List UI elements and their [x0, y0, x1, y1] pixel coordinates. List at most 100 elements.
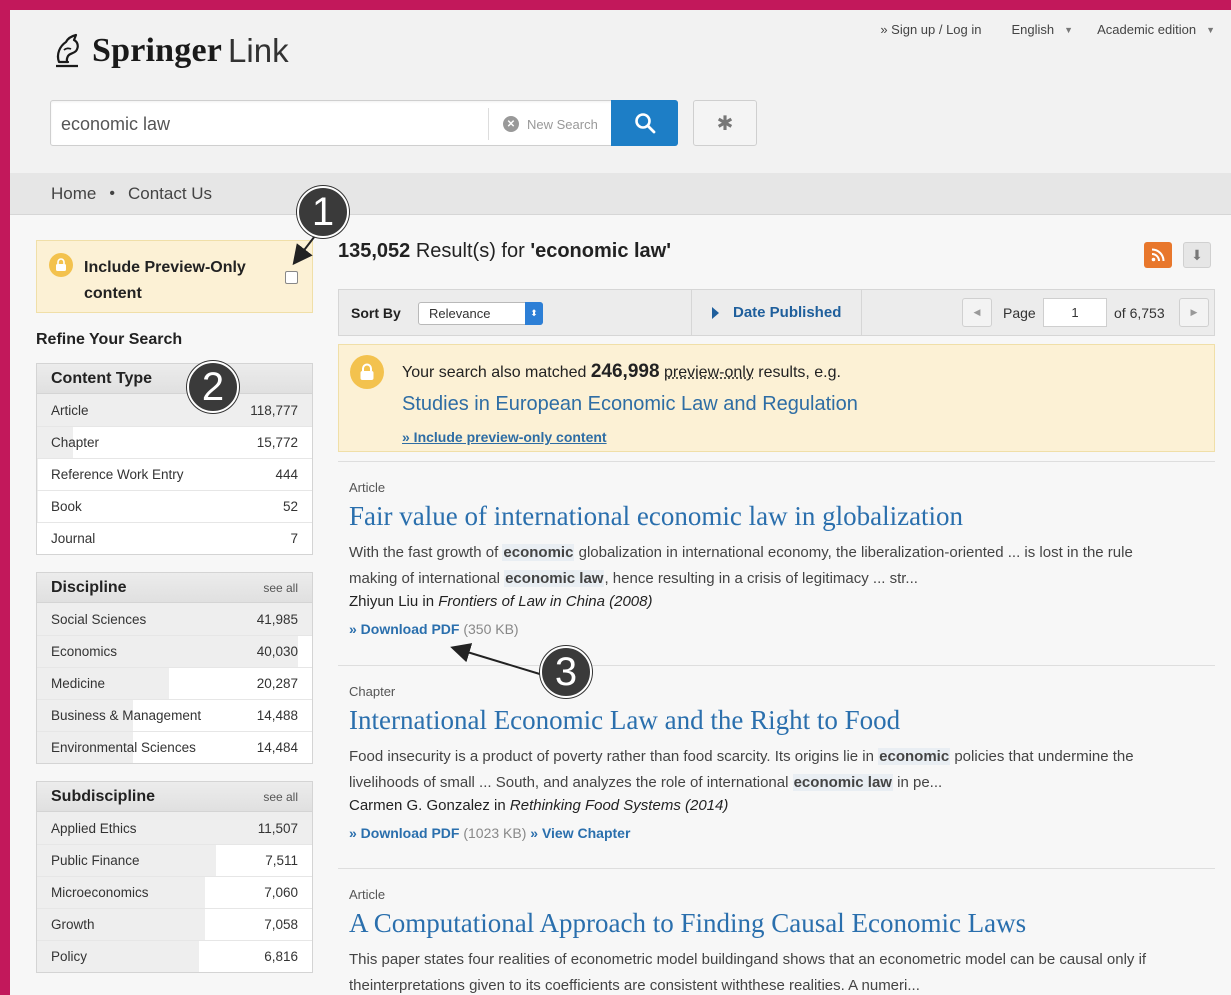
page-number-input[interactable]: 1	[1043, 298, 1107, 327]
page-total: of 6,753	[1114, 305, 1165, 321]
facet-item-count: 7,058	[264, 917, 298, 932]
source-title[interactable]: Rethinking Food Systems (2014)	[510, 797, 728, 814]
facet-header: Subdiscipline see all	[37, 782, 312, 812]
preview-only-term[interactable]: preview-only	[664, 364, 754, 381]
sort-select[interactable]: Relevance	[418, 302, 543, 325]
facet-item-count: 14,488	[256, 708, 298, 723]
logo-springer-text: Springer	[92, 32, 223, 69]
snippet-text: With the fast growth of	[349, 544, 503, 561]
facet-item[interactable]: Reference Work Entry 444	[37, 458, 312, 490]
triangle-right-icon: ▶	[1190, 307, 1198, 317]
matched-count-text: Your search also matched 246,998 preview…	[402, 361, 841, 383]
result-links: » Download PDF (1023 KB) » View Chapter	[349, 825, 1215, 841]
facet-item[interactable]: Microeconomics 7,060	[37, 876, 312, 908]
snippet-highlight: economic law	[792, 774, 893, 791]
subdiscipline-facet: Subdiscipline see all Applied Ethics 11,5…	[36, 781, 313, 973]
facet-item-label: Applied Ethics	[51, 820, 137, 836]
springer-link-logo[interactable]: Springer Link	[50, 32, 289, 70]
download-pdf-link[interactable]: » Download PDF	[349, 621, 459, 637]
edition-label: Academic edition	[1097, 22, 1197, 37]
see-all-link[interactable]: see all	[263, 581, 298, 595]
view-chapter-link[interactable]: » View Chapter	[526, 825, 630, 841]
prev-page-button[interactable]: ◀	[962, 298, 992, 327]
divider	[861, 290, 862, 335]
search-input[interactable]	[61, 113, 481, 135]
facet-item-count: 15,772	[256, 435, 298, 450]
search-button[interactable]	[611, 100, 678, 146]
result-item: Article Fair value of international econo…	[338, 461, 1215, 637]
facet-item-count: 7,511	[265, 853, 298, 868]
include-preview-link[interactable]: » Include preview-only content	[402, 429, 607, 445]
facet-title: Subdiscipline	[51, 787, 156, 805]
signup-login-link[interactable]: » Sign up / Log in	[880, 22, 981, 37]
facet-item[interactable]: Policy 6,816	[37, 940, 312, 972]
preview-only-checkbox[interactable]	[285, 271, 298, 284]
snippet-text: Food insecurity is a product of poverty …	[349, 748, 879, 765]
facet-item[interactable]: Book 52	[37, 490, 312, 522]
nav-home-link[interactable]: Home	[51, 184, 96, 204]
result-title-link[interactable]: International Economic Law and the Right…	[349, 705, 1215, 736]
new-search-button[interactable]: ✕ New Search	[488, 108, 598, 140]
springer-horse-icon	[56, 33, 79, 68]
facet-item[interactable]: Journal 7	[37, 522, 312, 554]
springer-link-page: Springer Link » Sign up / Log in English…	[10, 10, 1231, 995]
language-selector[interactable]: English ▼	[1012, 22, 1074, 37]
facet-item[interactable]: Environmental Sciences 14,484	[37, 731, 312, 763]
result-count-label: Result(s) for	[415, 240, 525, 262]
facet-item[interactable]: Economics 40,030	[37, 635, 312, 667]
result-snippet: Food insecurity is a product of poverty …	[349, 744, 1169, 796]
facet-item-label: Growth	[51, 917, 95, 932]
download-results-button[interactable]: ⬇	[1183, 242, 1211, 268]
facet-item[interactable]: Applied Ethics 11,507	[37, 812, 312, 844]
matched-prefix: Your search also matched	[402, 364, 587, 381]
facet-item[interactable]: Public Finance 7,511	[37, 844, 312, 876]
result-snippet: With the fast growth of economic globali…	[349, 540, 1169, 592]
nav-contact-link[interactable]: Contact Us	[128, 184, 212, 204]
download-pdf-link[interactable]: » Download PDF	[349, 825, 459, 841]
facet-item[interactable]: Chapter 15,772	[37, 426, 312, 458]
see-all-link[interactable]: see all	[263, 790, 298, 804]
language-label: English	[1011, 22, 1055, 37]
settings-button[interactable]: ✱	[693, 100, 757, 146]
date-published-label: Date Published	[733, 304, 842, 321]
example-preview-link[interactable]: Studies in European Economic Law and Reg…	[402, 393, 858, 416]
clear-icon: ✕	[503, 116, 519, 132]
result-title-link[interactable]: A Computational Approach to Finding Caus…	[349, 908, 1215, 939]
result-item: Chapter International Economic Law and th…	[338, 665, 1215, 841]
result-count-number: 135,052	[338, 240, 411, 262]
result-count-heading: 135,052 Result(s) for 'economic law'	[338, 240, 671, 263]
result-author: Carmen G. Gonzalez in Rethinking Food Sy…	[349, 797, 1215, 814]
facet-item-count: 11,507	[257, 820, 298, 836]
result-snippet: This paper states four realities of econ…	[349, 947, 1169, 995]
search-icon	[634, 113, 655, 134]
triangle-right-icon	[712, 306, 719, 319]
facet-item-label: Business & Management	[51, 708, 202, 723]
facet-item-count: 52	[282, 499, 298, 514]
facet-item-label: Article	[51, 402, 89, 418]
triangle-left-icon: ◀	[973, 307, 981, 317]
facet-item[interactable]: Social Sciences 41,985	[37, 603, 312, 635]
date-published-toggle[interactable]: Date Published	[712, 304, 841, 321]
result-title-link[interactable]: Fair value of international economic law…	[349, 501, 1215, 532]
facet-item-label: Public Finance	[51, 853, 140, 868]
facet-item-count: 444	[275, 467, 298, 482]
annotation-marker-1: 1	[297, 186, 349, 238]
facet-item[interactable]: Article 118,777	[37, 394, 312, 426]
facet-item[interactable]: Business & Management 14,488	[37, 699, 312, 731]
snippet-text: This paper states four realities of econ…	[349, 951, 1147, 994]
rss-icon	[1151, 248, 1165, 262]
result-query: 'economic law'	[530, 240, 671, 262]
facet-item-count: 7,060	[264, 885, 298, 900]
source-title[interactable]: Frontiers of Law in China (2008)	[438, 593, 652, 610]
edition-selector[interactable]: Academic edition ▼	[1097, 22, 1215, 37]
rss-button[interactable]	[1144, 242, 1172, 268]
chevron-down-icon: ▼	[1206, 24, 1215, 35]
author-name: Carmen G. Gonzalez in	[349, 797, 510, 814]
facet-item[interactable]: Growth 7,058	[37, 908, 312, 940]
facet-item[interactable]: Medicine 20,287	[37, 667, 312, 699]
snippet-highlight: economic	[878, 748, 951, 765]
next-page-button[interactable]: ▶	[1179, 298, 1209, 327]
snippet-highlight: economic law	[504, 570, 605, 587]
author-name: Zhiyun Liu in	[349, 593, 439, 610]
preview-only-label: Include Preview-Only content	[84, 259, 246, 302]
